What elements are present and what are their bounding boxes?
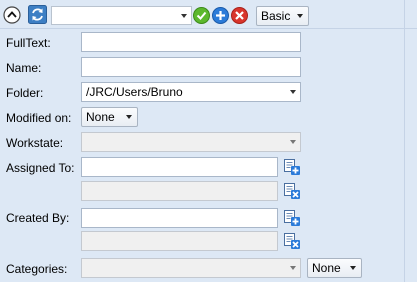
- mode-dropdown[interactable]: Basic: [256, 6, 309, 26]
- created-by-selected-list: [81, 231, 278, 251]
- modified-on-label: Modified on:: [6, 111, 72, 125]
- assigned-to-selected-list: [81, 181, 278, 201]
- toolbar-separator: [0, 28, 417, 29]
- chevron-down-icon: [290, 140, 296, 144]
- created-by-input[interactable]: [81, 208, 278, 228]
- categories-select[interactable]: [81, 258, 301, 278]
- refresh-icon[interactable]: [28, 5, 47, 24]
- add-user-icon[interactable]: [283, 158, 301, 176]
- name-label: Name:: [6, 61, 42, 75]
- add-user-icon[interactable]: [283, 209, 301, 227]
- plus-icon[interactable]: [212, 7, 229, 24]
- panel-edge: [404, 0, 405, 282]
- chevron-down-icon: [290, 266, 296, 270]
- chevron-down-icon: [297, 14, 303, 18]
- remove-user-icon[interactable]: [283, 182, 301, 200]
- categories-operator-value: None: [312, 261, 341, 275]
- categories-operator-dropdown[interactable]: None: [307, 258, 362, 278]
- workstate-select[interactable]: [81, 132, 301, 152]
- folder-label: Folder:: [6, 86, 44, 100]
- remove-user-icon[interactable]: [283, 232, 301, 250]
- check-icon[interactable]: [193, 7, 210, 24]
- close-icon[interactable]: [231, 7, 248, 24]
- modified-on-dropdown[interactable]: None: [81, 107, 138, 127]
- query-select[interactable]: [51, 6, 192, 25]
- folder-select[interactable]: /JRC/Users/Bruno: [81, 82, 301, 102]
- name-input[interactable]: [81, 57, 301, 77]
- search-panel: Basic FullText: Name: Folder: /JRC/Users…: [0, 0, 417, 282]
- workstate-label: Workstate:: [6, 136, 64, 150]
- modified-on-value: None: [86, 110, 115, 124]
- categories-label: Categories:: [6, 262, 68, 276]
- mode-dropdown-value: Basic: [261, 9, 291, 23]
- chevron-up-icon[interactable]: [3, 6, 21, 24]
- assigned-to-label: Assigned To:: [6, 161, 75, 175]
- fulltext-input[interactable]: [81, 32, 301, 52]
- chevron-down-icon: [126, 115, 132, 119]
- created-by-label: Created By:: [6, 211, 70, 225]
- chevron-down-icon: [181, 14, 187, 18]
- fulltext-label: FullText:: [6, 36, 51, 50]
- folder-value: /JRC/Users/Bruno: [86, 85, 183, 99]
- chevron-down-icon: [290, 90, 296, 94]
- assigned-to-input[interactable]: [81, 157, 278, 177]
- chevron-down-icon: [350, 266, 356, 270]
